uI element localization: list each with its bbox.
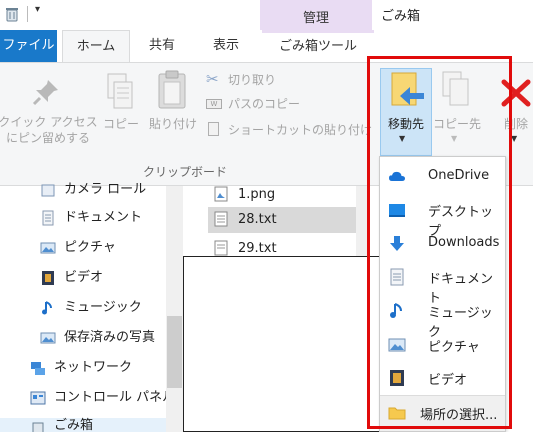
tab-home[interactable]: ホーム [62, 30, 130, 63]
recycle-bin-icon [32, 422, 44, 432]
copy-path-button[interactable]: パスのコピー [228, 96, 300, 112]
text-file-icon [214, 211, 228, 227]
tab-view[interactable]: 表示 [194, 30, 258, 62]
tab-recycle-bin-tools[interactable]: ごみ箱ツール [262, 30, 374, 62]
control-panel-icon [30, 391, 46, 405]
pictures-icon [40, 242, 56, 254]
nav-item-saved-pictures[interactable]: 保存済みの写真 [64, 325, 155, 351]
nav-item-pictures[interactable]: ピクチャ [64, 235, 116, 261]
pin-icon [32, 80, 58, 106]
highlight-box [367, 56, 512, 429]
camera-roll-icon [41, 184, 55, 197]
file-item[interactable]: 28.txt [238, 208, 277, 232]
nav-scrollbar[interactable] [166, 186, 183, 432]
image-file-icon [214, 186, 228, 202]
tooltip-popup [183, 256, 380, 432]
music-icon [42, 301, 52, 315]
paste-shortcut-icon [208, 122, 219, 136]
tab-share[interactable]: 共有 [134, 30, 190, 62]
saved-pictures-icon [40, 332, 56, 344]
copy-button[interactable]: コピー [100, 116, 142, 132]
documents-icon [42, 210, 54, 226]
context-tab-header: 管理 [302, 11, 329, 26]
paste-shortcut-button[interactable]: ショートカットの貼り付け [228, 122, 372, 138]
nav-item-music[interactable]: ミュージック [64, 295, 142, 321]
copy-icon [107, 73, 133, 109]
nav-item-videos[interactable]: ビデオ [64, 265, 103, 291]
copy-path-icon: W [206, 99, 222, 109]
window-title: ごみ箱 [381, 9, 421, 24]
scissors-icon: ✂ [206, 70, 219, 88]
network-icon [31, 362, 45, 375]
qat-separator [27, 6, 28, 22]
cut-button[interactable]: 切り取り [228, 72, 276, 88]
qat-customize-icon[interactable]: ▾ [35, 4, 40, 15]
nav-item-network[interactable]: ネットワーク [54, 355, 132, 381]
pin-quick-access-button[interactable]: クイック アクセス にピン留めする [0, 114, 100, 146]
nav-item-camera-roll[interactable]: カメラ ロール [64, 177, 146, 203]
recycle-bin-small-icon[interactable] [4, 6, 20, 22]
nav-item-recycle-bin[interactable]: ごみ箱 [54, 413, 93, 432]
tab-file[interactable]: ファイル [0, 30, 57, 62]
videos-icon [42, 271, 54, 285]
file-selection-highlight [208, 207, 368, 233]
nav-item-documents[interactable]: ドキュメント [64, 205, 142, 231]
nav-scrollbar-thumb[interactable] [167, 316, 182, 388]
paste-button[interactable]: 貼り付け [144, 116, 202, 132]
nav-item-control-panel[interactable]: コントロール パネル [54, 385, 175, 411]
paste-icon [158, 70, 186, 109]
text-file-icon [214, 240, 228, 256]
file-item[interactable]: 1.png [238, 183, 275, 207]
